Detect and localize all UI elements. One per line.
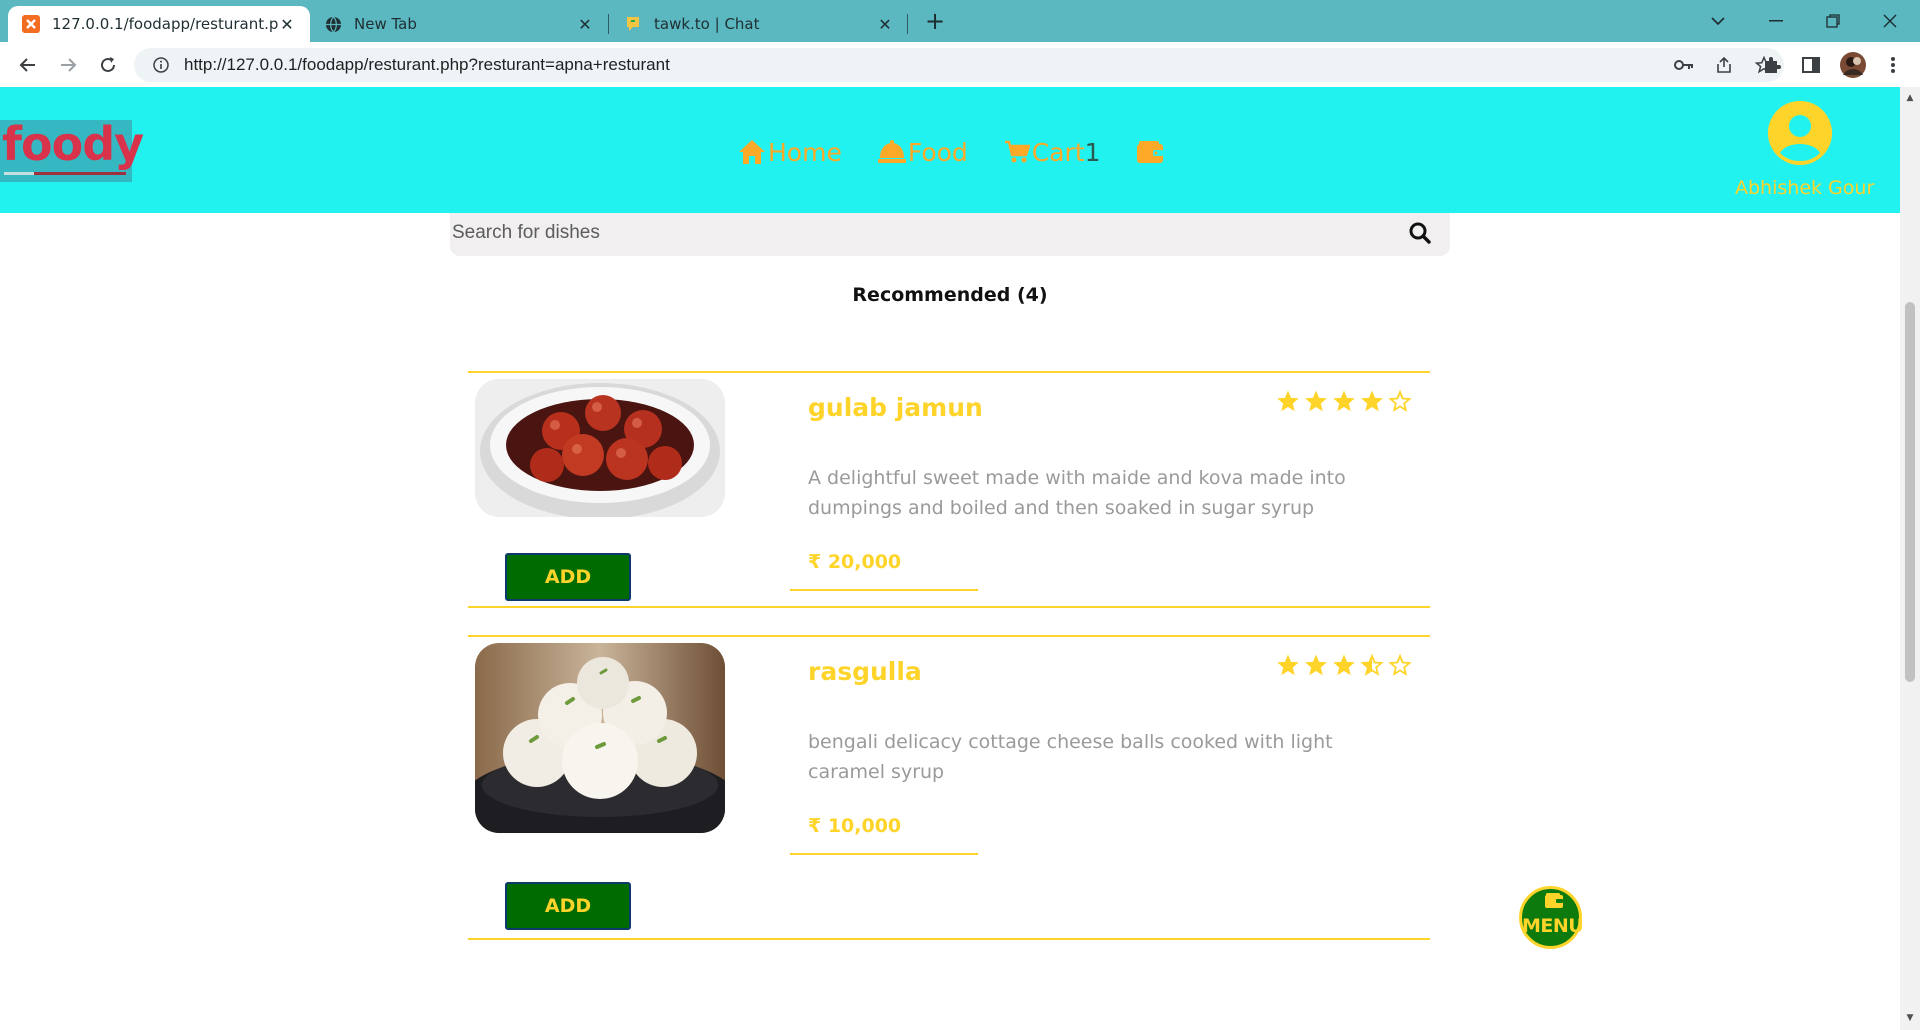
- page-scrollbar[interactable]: ▲ ▼: [1900, 87, 1920, 1030]
- menu-fab-button[interactable]: MENU: [1519, 886, 1584, 949]
- site-header: foody Home Food Cart 1 Abhishek Gour: [0, 87, 1900, 213]
- back-icon[interactable]: [12, 49, 44, 81]
- menu-fab-label: MENU: [1522, 915, 1584, 937]
- forward-icon[interactable]: [52, 49, 84, 81]
- browser-tab-restaurant[interactable]: 127.0.0.1/foodapp/resturant.php ✕: [8, 6, 310, 42]
- tab-title: tawk.to | Chat: [654, 15, 760, 33]
- globe-icon: [324, 15, 342, 33]
- dish-price: ₹ 10,000: [808, 815, 902, 837]
- home-icon: [739, 140, 765, 164]
- close-tab-icon[interactable]: ✕: [876, 15, 894, 34]
- dish-image-gulab-jamun: [475, 379, 725, 517]
- star-filled-icon: [1333, 654, 1355, 676]
- nav-cart[interactable]: Cart 1: [1004, 138, 1101, 167]
- tab-title: New Tab: [354, 15, 417, 33]
- key-icon[interactable]: [1664, 59, 1704, 71]
- dish-name: rasgulla: [808, 657, 922, 686]
- dish-card: gulab jamun A delightful sweet made with…: [468, 371, 1430, 608]
- restore-icon[interactable]: [1805, 0, 1861, 42]
- more-menu-icon[interactable]: [1878, 50, 1908, 80]
- add-to-cart-button[interactable]: ADD: [505, 553, 631, 601]
- food-icon: [877, 140, 906, 163]
- price-underline: [790, 589, 978, 591]
- minimize-icon[interactable]: [1748, 0, 1804, 42]
- nav-home[interactable]: Home: [738, 138, 842, 167]
- share-icon[interactable]: [1704, 56, 1744, 74]
- site-info-icon[interactable]: [146, 57, 176, 73]
- wallet-icon: [1136, 141, 1163, 163]
- star-filled-icon: [1333, 390, 1355, 412]
- user-name: Abhishek Gour: [1735, 177, 1875, 199]
- section-title: Recommended (4): [852, 284, 1048, 306]
- cart-icon: [1004, 140, 1030, 163]
- nav-wallet[interactable]: [1136, 141, 1165, 163]
- main-nav: Home Food Cart 1: [738, 136, 1201, 168]
- close-tab-icon[interactable]: ✕: [576, 15, 594, 34]
- rating-stars: [1272, 389, 1412, 413]
- foody-logo[interactable]: foody: [0, 120, 144, 182]
- tawk-icon: [624, 15, 642, 33]
- tab-separator: [608, 14, 609, 34]
- star-filled-icon: [1277, 390, 1299, 412]
- price-underline: [790, 853, 978, 855]
- star-filled-icon: [1305, 654, 1327, 676]
- browser-toolbar: http://127.0.0.1/foodapp/resturant.php?r…: [0, 42, 1920, 87]
- browser-tab-bar: 127.0.0.1/foodapp/resturant.php ✕ New Ta…: [0, 0, 1920, 42]
- star-filled-icon: [1361, 390, 1383, 412]
- star-filled-icon: [1277, 654, 1299, 676]
- url-text[interactable]: http://127.0.0.1/foodapp/resturant.php?r…: [184, 55, 1664, 75]
- scroll-up-arrow-icon[interactable]: ▲: [1905, 93, 1915, 103]
- dish-price: ₹ 20,000: [808, 551, 902, 573]
- dish-description: bengali delicacy cottage cheese balls co…: [808, 731, 1333, 783]
- dish-card: rasgulla bengali delicacy cottage cheese…: [468, 635, 1430, 940]
- extensions-icon[interactable]: [1757, 50, 1787, 80]
- nav-food[interactable]: Food: [877, 137, 968, 167]
- new-tab-icon[interactable]: +: [918, 7, 952, 35]
- scroll-thumb[interactable]: [1905, 302, 1915, 682]
- add-to-cart-button[interactable]: ADD: [505, 882, 631, 930]
- user-avatar-icon[interactable]: [1768, 101, 1832, 165]
- close-tab-icon[interactable]: ✕: [278, 15, 296, 34]
- user-profile[interactable]: Abhishek Gour: [1735, 101, 1875, 199]
- scroll-down-arrow-icon[interactable]: ▼: [1905, 1013, 1915, 1023]
- star-half-icon: [1360, 653, 1384, 676]
- star-empty-icon: [1388, 389, 1412, 412]
- search-bar: [450, 213, 1450, 256]
- tab-separator: [907, 14, 908, 34]
- star-filled-icon: [1305, 390, 1327, 412]
- search-icon[interactable]: [1408, 221, 1432, 245]
- close-window-icon[interactable]: [1862, 0, 1918, 42]
- reload-icon[interactable]: [92, 49, 124, 81]
- rating-stars: [1272, 653, 1412, 677]
- page-viewport: foody Home Food Cart1: [0, 87, 1900, 1030]
- xampp-icon: [22, 15, 40, 33]
- logo-text: foody: [2, 117, 144, 171]
- address-bar[interactable]: http://127.0.0.1/foodapp/resturant.php?r…: [134, 48, 1784, 82]
- nav-food-label: Food: [907, 137, 968, 167]
- star-empty-icon: [1388, 653, 1412, 676]
- tab-title: 127.0.0.1/foodapp/resturant.php: [52, 15, 278, 33]
- tab-search-icon[interactable]: [1690, 0, 1746, 42]
- dish-name: gulab jamun: [808, 393, 983, 422]
- browser-tab-tawk[interactable]: tawk.to | Chat ✕: [610, 6, 908, 42]
- dish-image-rasgulla: [475, 643, 725, 833]
- side-panel-icon[interactable]: [1796, 50, 1826, 80]
- cart-count-badge: 1: [1084, 137, 1101, 167]
- dish-description: A delightful sweet made with maide and k…: [808, 467, 1346, 519]
- nav-home-label: Home: [768, 137, 842, 167]
- wallet-icon: [1545, 893, 1563, 908]
- nav-cart-label: Cart: [1031, 137, 1085, 167]
- profile-avatar-icon[interactable]: [1838, 50, 1868, 80]
- search-input[interactable]: [452, 218, 1352, 248]
- logo-underline-accent: [4, 172, 34, 175]
- browser-tab-new[interactable]: New Tab ✕: [310, 6, 608, 42]
